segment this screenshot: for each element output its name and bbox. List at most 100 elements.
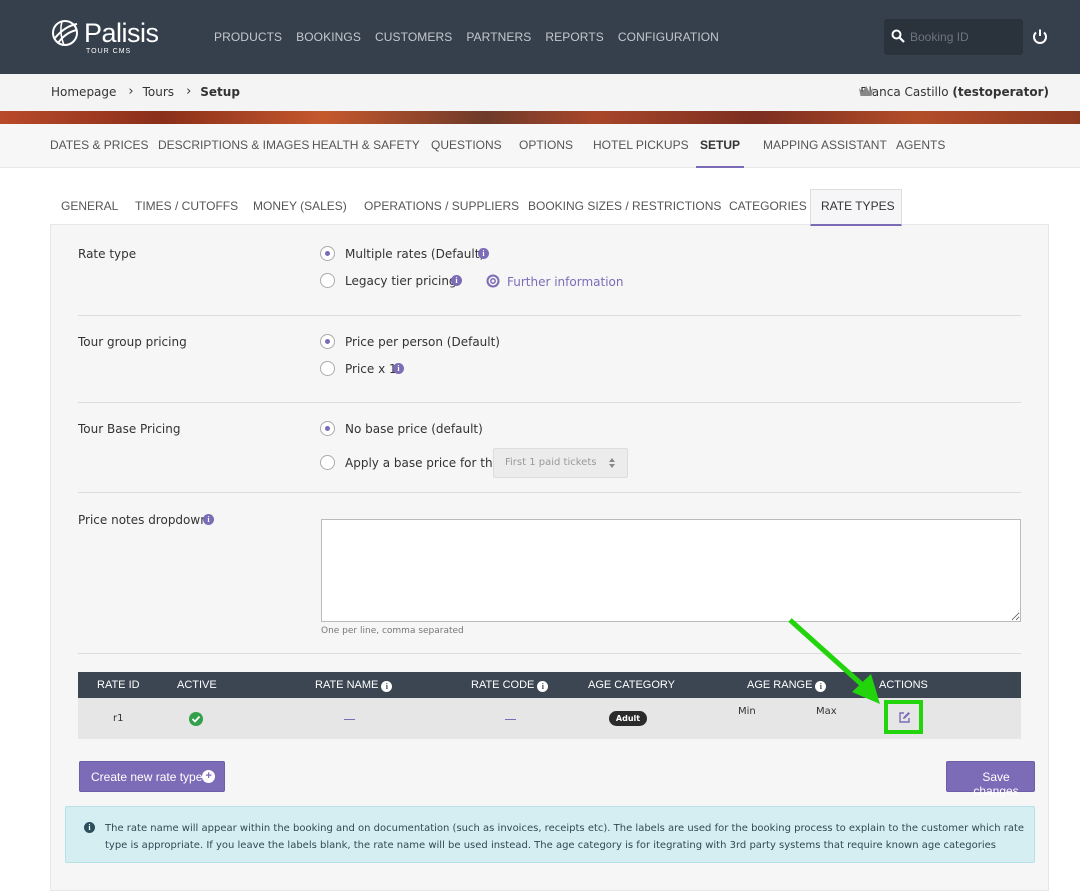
legacy-tier-label[interactable]: Legacy tier pricing: [345, 274, 457, 288]
price-notes-label: Price notes dropdown: [78, 513, 208, 527]
rate-code-empty-link[interactable]: [505, 719, 516, 720]
subtab-categories[interactable]: CATEGORIES: [729, 199, 807, 213]
chevron-right-icon: ›: [128, 84, 134, 99]
nav-customers[interactable]: CUSTOMERS: [375, 30, 452, 44]
tab-health-safety[interactable]: HEALTH & SAFETY: [312, 138, 420, 152]
globe-logo-icon: [52, 20, 78, 46]
price-x1-label[interactable]: Price x 1: [345, 362, 397, 376]
breadcrumb-setup: Setup: [200, 84, 240, 99]
tab-setup[interactable]: SETUP: [695, 138, 745, 168]
tab-options[interactable]: OPTIONS: [519, 138, 573, 152]
rate-type-label: Rate type: [78, 247, 137, 261]
subtab-times-cutoffs[interactable]: TIMES / CUTOFFS: [135, 199, 238, 213]
tab-hotel-pickups[interactable]: HOTEL PICKUPS: [593, 138, 689, 152]
breadcrumb: Homepage › Tours › Setup: [51, 84, 240, 99]
multiple-rates-label[interactable]: Multiple rates (Default): [345, 247, 484, 261]
main-nav: PRODUCTS BOOKINGS CUSTOMERS PARTNERS REP…: [214, 30, 733, 44]
info-notice: i The rate name will appear within the b…: [65, 806, 1035, 863]
nav-bookings[interactable]: BOOKINGS: [296, 30, 361, 44]
radio-no-base-price[interactable]: [320, 421, 335, 436]
breadcrumb-bar: Homepage › Tours › Setup Blanca Castillo…: [0, 74, 1080, 111]
info-icon[interactable]: i: [381, 681, 393, 692]
power-logout-icon[interactable]: [1031, 28, 1049, 46]
logo-name: Palisis: [84, 18, 159, 48]
age-category-badge: Adult: [609, 711, 647, 726]
info-icon: i: [84, 822, 95, 833]
nav-reports[interactable]: REPORTS: [545, 30, 604, 44]
group-pricing-label: Tour group pricing: [78, 335, 187, 349]
radio-price-x1[interactable]: [320, 361, 335, 376]
nav-partners[interactable]: PARTNERS: [466, 30, 531, 44]
info-icon[interactable]: i: [478, 248, 489, 259]
header-banner-image: [0, 111, 1080, 124]
notice-text: The rate name will appear within the boo…: [105, 823, 1025, 851]
breadcrumb-tours[interactable]: Tours: [143, 85, 174, 99]
save-changes-button[interactable]: Save changes: [946, 761, 1035, 798]
top-navigation-bar: Palisis TOUR CMS PRODUCTS BOOKINGS CUSTO…: [0, 0, 1080, 74]
th-rate-id: RATE ID: [97, 679, 140, 691]
subtab-rate-types[interactable]: RATE TYPES: [821, 199, 895, 213]
palisis-logo[interactable]: Palisis TOUR CMS: [50, 18, 170, 58]
tab-mapping-assistant[interactable]: MAPPING ASSISTANT: [763, 138, 887, 152]
subtab-money-sales[interactable]: MONEY (SALES): [253, 199, 347, 213]
nav-products[interactable]: PRODUCTS: [214, 30, 282, 44]
radio-price-per-person[interactable]: [320, 334, 335, 349]
chevron-right-icon: ›: [186, 84, 192, 99]
divider: [78, 315, 1021, 316]
price-notes-hint: One per line, comma separated: [321, 626, 464, 636]
th-age-category: AGE CATEGORY: [588, 679, 676, 691]
cell-rate-id: r1: [113, 713, 124, 724]
tour-tabs: DATES & PRICES DESCRIPTIONS & IMAGES HEA…: [0, 124, 1080, 168]
th-rate-code: RATE CODE i: [471, 679, 549, 692]
booking-search: [884, 19, 1023, 55]
tab-agents[interactable]: AGENTS: [896, 138, 945, 152]
no-base-price-label[interactable]: No base price (default): [345, 422, 483, 436]
base-pricing-label: Tour Base Pricing: [78, 422, 181, 436]
info-icon[interactable]: i: [451, 275, 462, 286]
logo-subtitle: TOUR CMS: [86, 48, 132, 55]
subtab-general[interactable]: GENERAL: [61, 199, 118, 213]
plus-circle-icon: +: [202, 770, 215, 783]
price-notes-textarea[interactable]: [321, 519, 1021, 622]
radio-apply-base-price[interactable]: [320, 455, 335, 470]
current-user[interactable]: Blanca Castillo (testoperator): [860, 85, 1049, 99]
create-rate-type-label: Create new rate type: [91, 770, 203, 784]
info-icon[interactable]: i: [393, 363, 404, 374]
price-per-person-label[interactable]: Price per person (Default): [345, 335, 500, 349]
active-check-icon: [189, 712, 203, 726]
th-rate-name-text: RATE NAME: [315, 679, 379, 691]
info-icon[interactable]: i: [203, 514, 214, 525]
annotation-arrow: [788, 618, 880, 704]
select-value: First 1 paid tickets: [505, 457, 597, 468]
base-price-tickets-select[interactable]: First 1 paid tickets: [493, 448, 628, 478]
th-active: ACTIVE: [177, 679, 217, 691]
user-account: (testoperator): [952, 85, 1049, 99]
divider: [78, 402, 1021, 403]
subtab-booking-sizes[interactable]: BOOKING SIZES / RESTRICTIONS: [528, 199, 721, 213]
breadcrumb-homepage[interactable]: Homepage: [51, 85, 116, 99]
tab-dates-prices[interactable]: DATES & PRICES: [50, 138, 148, 152]
apply-base-price-label[interactable]: Apply a base price for the: [345, 456, 500, 470]
create-rate-type-button[interactable]: Create new rate type +: [79, 761, 225, 792]
search-icon[interactable]: [891, 29, 905, 43]
radio-legacy-tier[interactable]: [320, 273, 335, 288]
age-max-label: Max: [816, 706, 837, 717]
up-down-arrows-icon: [609, 458, 615, 468]
divider: [78, 492, 1021, 493]
crown-icon: [859, 86, 873, 96]
tab-questions[interactable]: QUESTIONS: [431, 138, 502, 152]
booking-id-input[interactable]: [910, 28, 1015, 46]
save-changes-label: Save changes: [973, 770, 1019, 798]
lifebuoy-icon: [486, 274, 500, 288]
age-min-label: Min: [738, 706, 756, 717]
tab-descriptions-images[interactable]: DESCRIPTIONS & IMAGES: [158, 138, 309, 152]
info-icon[interactable]: i: [537, 681, 549, 692]
further-information-link[interactable]: Further information: [507, 275, 623, 289]
edit-icon: [899, 712, 910, 723]
subtab-operations-suppliers[interactable]: OPERATIONS / SUPPLIERS: [364, 199, 519, 213]
rate-name-empty-link[interactable]: [344, 719, 355, 720]
nav-configuration[interactable]: CONFIGURATION: [618, 30, 719, 44]
th-rate-name: RATE NAME i: [315, 679, 393, 692]
th-rate-code-text: RATE CODE: [471, 679, 535, 691]
radio-multiple-rates[interactable]: [320, 246, 335, 261]
